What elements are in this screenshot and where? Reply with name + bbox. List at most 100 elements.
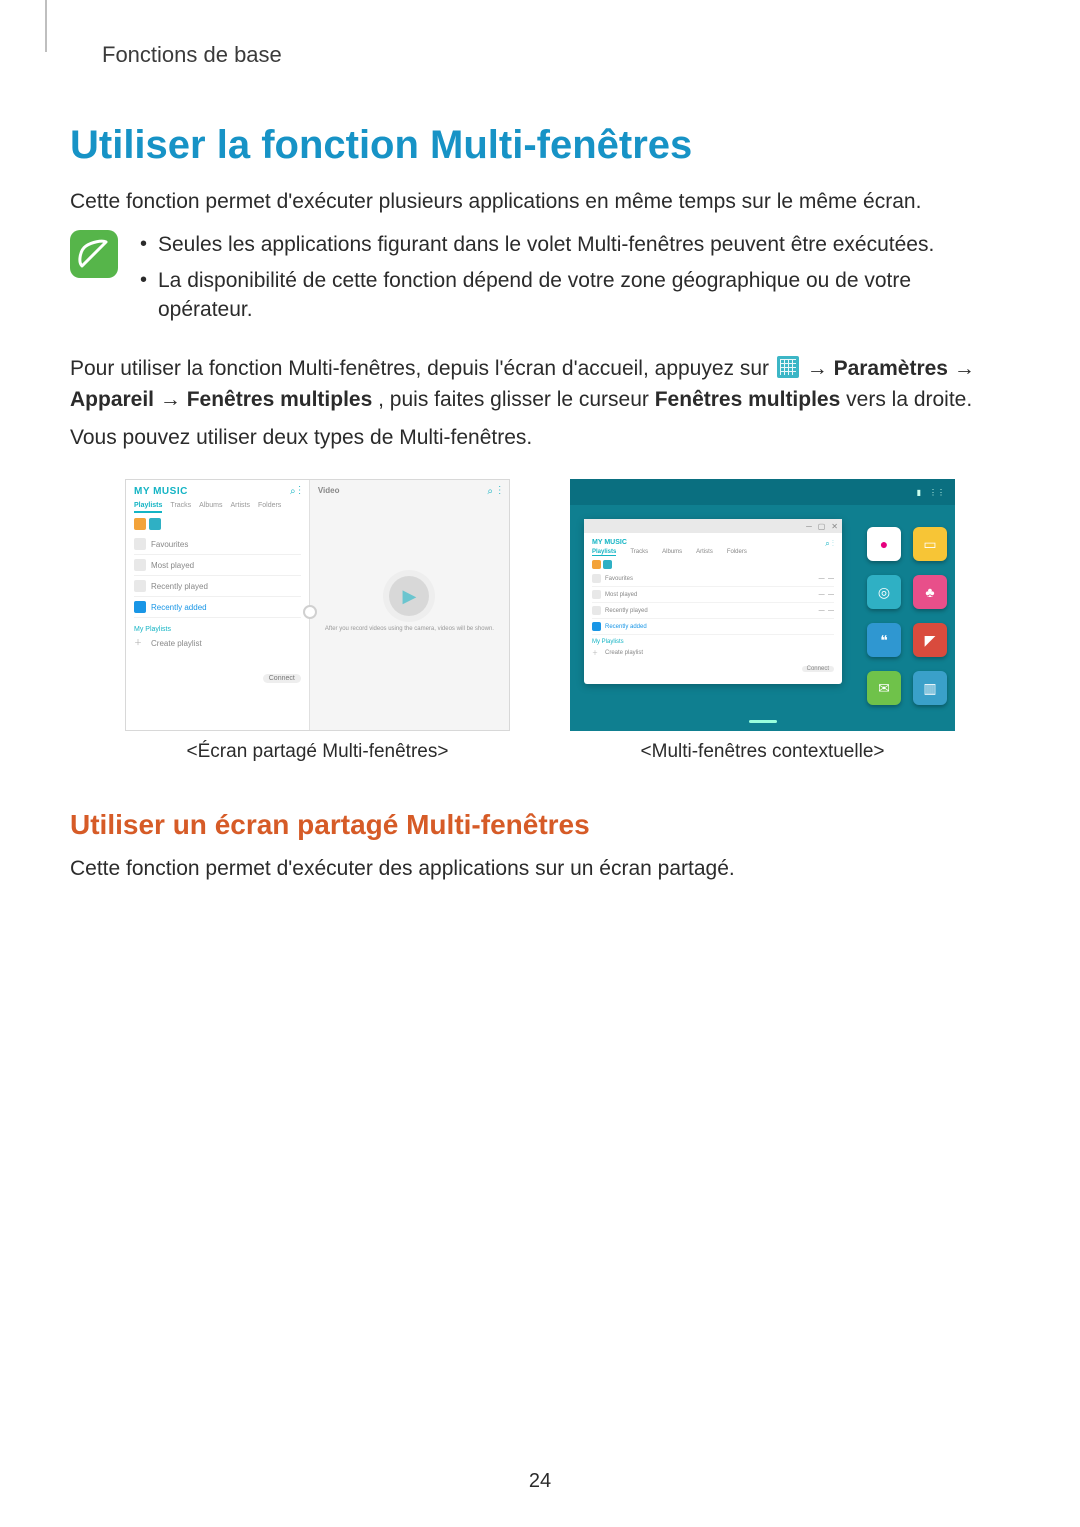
- video-app-title: Video: [318, 486, 340, 495]
- arrow: →: [954, 357, 975, 380]
- list-item-label: Most played: [151, 561, 194, 570]
- popup-window: ─ ▢ ✕ ⌕ ⋮ MY MUSIC Playlists Tracks Albu…: [584, 519, 842, 684]
- arrow: →: [160, 388, 187, 411]
- list-item-label: Create playlist: [605, 650, 643, 656]
- page-title: Utiliser la fonction Multi-fenêtres: [70, 123, 1010, 168]
- plus-icon: ＋: [134, 637, 146, 649]
- search-icon: ⌕ ⋮: [825, 539, 834, 549]
- tab-albums: Albums: [662, 549, 682, 556]
- connect-chip: Connect: [134, 673, 301, 682]
- thumb-icon: [603, 560, 612, 569]
- list-item-label: Favourites: [605, 576, 633, 582]
- figure-caption: <Écran partagé Multi-fenêtres>: [125, 741, 510, 763]
- multiwindow-label: Fenêtres multiples: [187, 388, 373, 411]
- list-item-label: Create playlist: [151, 639, 202, 648]
- note-bullet: La disponibilité de cette fonction dépen…: [136, 266, 1010, 325]
- thumb-icon: [134, 538, 146, 550]
- section-header: Fonctions de base: [70, 0, 1010, 68]
- multiwindow-label: Fenêtres multiples: [655, 388, 841, 411]
- instr-text: , puis faites glisser le curseur: [378, 388, 655, 411]
- list-item: Most played: [134, 555, 301, 576]
- thumb-icon: [149, 518, 161, 530]
- connect-chip: Connect: [802, 666, 834, 672]
- list-item-label: Recently added: [151, 603, 207, 612]
- dash: —: [828, 592, 834, 598]
- thumb-icon: [592, 560, 601, 569]
- top-left-margin-rule: [45, 0, 47, 52]
- dash: —: [819, 576, 825, 582]
- list-item-label: Recently played: [151, 582, 208, 591]
- app-icon: ◤: [913, 623, 947, 657]
- app-tray: ● ▭ ◎ ♣ ❝ ◤ ✉ ▥: [867, 527, 947, 705]
- note-list: Seules les applications figurant dans le…: [136, 230, 1010, 330]
- thumb-icon: [592, 574, 601, 583]
- popup-screenshot: ▮⋮⋮ ─ ▢ ✕ ⌕ ⋮ MY MUSIC Playlists Tracks …: [570, 479, 955, 731]
- app-icon: ●: [867, 527, 901, 561]
- plus-icon: ＋: [592, 648, 601, 657]
- minimize-icon: ─: [806, 522, 812, 531]
- figure-split-screen: ⌕ ⋮ MY MUSIC Playlists Tracks Albums Art…: [125, 479, 510, 763]
- connect-label: Connect: [263, 674, 301, 683]
- note-block: Seules les applications figurant dans le…: [70, 230, 1010, 330]
- device-label: Appareil: [70, 388, 154, 411]
- list-item-label: Recently added: [605, 624, 647, 630]
- tab-artists: Artists: [231, 502, 250, 513]
- maximize-icon: ▢: [818, 522, 826, 531]
- list-item-label: Most played: [605, 592, 637, 598]
- play-icon: ▶: [389, 576, 429, 616]
- note-icon: [70, 230, 118, 278]
- thumb-icon: [592, 622, 601, 631]
- tab-tracks: Tracks: [630, 549, 648, 556]
- list-item: ＋ Create playlist: [134, 633, 301, 653]
- thumb-icon: [592, 590, 601, 599]
- music-app-title: MY MUSIC: [592, 539, 834, 546]
- app-icon: ▭: [913, 527, 947, 561]
- status-bar: ▮⋮⋮: [570, 479, 955, 505]
- dash: —: [819, 592, 825, 598]
- app-icon: ◎: [867, 575, 901, 609]
- popup-titlebar: ─ ▢ ✕: [584, 519, 842, 533]
- app-icon: ▥: [913, 671, 947, 705]
- video-pane: Video ⌕ ⋮ ▶ After you record videos usin…: [310, 480, 509, 730]
- figure-popup: ▮⋮⋮ ─ ▢ ✕ ⌕ ⋮ MY MUSIC Playlists Tracks …: [570, 479, 955, 763]
- tab-artists: Artists: [696, 549, 713, 556]
- list-item: Favourites: [134, 534, 301, 555]
- tab-folders: Folders: [727, 549, 747, 556]
- arrow: →: [807, 357, 834, 380]
- split-screen-screenshot: ⌕ ⋮ MY MUSIC Playlists Tracks Albums Art…: [125, 479, 510, 731]
- tab-playlists: Playlists: [592, 549, 616, 556]
- close-icon: ✕: [831, 522, 838, 531]
- page-number: 24: [0, 1470, 1080, 1493]
- list-item: Favourites — —: [592, 571, 834, 587]
- popup-body: ⌕ ⋮ MY MUSIC Playlists Tracks Albums Art…: [584, 533, 842, 678]
- dash: —: [828, 576, 834, 582]
- list-item: Recently added: [134, 597, 301, 618]
- tab-albums: Albums: [199, 502, 222, 513]
- music-tabs: Playlists Tracks Albums Artists Folders: [134, 502, 301, 513]
- tab-playlists: Playlists: [134, 502, 162, 513]
- app-icon: ♣: [913, 575, 947, 609]
- video-actions: ⌕ ⋮: [487, 486, 501, 497]
- music-pane: ⌕ ⋮ MY MUSIC Playlists Tracks Albums Art…: [126, 480, 310, 730]
- sub-intro-paragraph: Cette fonction permet d'exécuter des app…: [70, 855, 1010, 883]
- tray-handle-icon: [749, 720, 777, 723]
- instr-text: vers la droite.: [846, 388, 972, 411]
- instruction-paragraph: Pour utiliser la fonction Multi-fenêtres…: [70, 353, 1010, 416]
- list-item: ＋ Create playlist: [592, 645, 834, 660]
- music-tabs: Playlists Tracks Albums Artists Folders: [592, 549, 834, 556]
- dash: —: [828, 608, 834, 614]
- split-handle-icon: [303, 605, 317, 619]
- list-item: Recently added: [592, 619, 834, 635]
- list-item-label: Recently played: [605, 608, 648, 614]
- tab-tracks: Tracks: [170, 502, 191, 513]
- list-item: Most played — —: [592, 587, 834, 603]
- settings-label: Paramètres: [834, 357, 948, 380]
- instruction-paragraph: Vous pouvez utiliser deux types de Multi…: [70, 422, 1010, 454]
- instr-text: Pour utiliser la fonction Multi-fenêtres…: [70, 357, 775, 380]
- search-icon: ⌕ ⋮: [290, 486, 301, 497]
- dash: —: [819, 608, 825, 614]
- thumb-icon: [592, 606, 601, 615]
- app-icon: ❝: [867, 623, 901, 657]
- thumb-icon: [134, 518, 146, 530]
- list-item: Recently played: [134, 576, 301, 597]
